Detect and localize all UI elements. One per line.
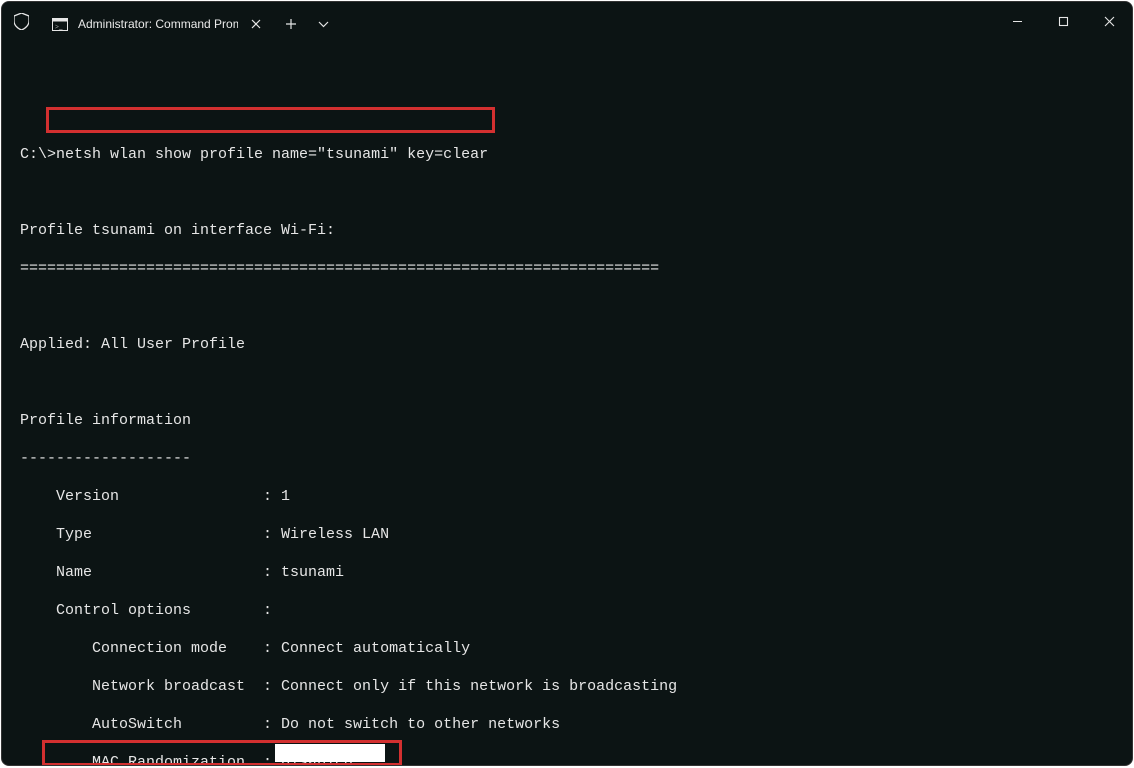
row-type: Type : Wireless LAN (20, 525, 1114, 544)
close-window-button[interactable] (1086, 2, 1132, 40)
titlebar-drag-region[interactable] (338, 2, 994, 40)
terminal-window: >_ Administrator: Command Prom C:\>netsh… (1, 1, 1133, 766)
blank-line (20, 297, 1114, 316)
divider: ========================================… (20, 259, 1114, 278)
row-name: Name : tsunami (20, 563, 1114, 582)
row-netbc: Network broadcast : Connect only if this… (20, 677, 1114, 696)
tab-title: Administrator: Command Prom (78, 17, 238, 31)
titlebar: >_ Administrator: Command Prom (2, 2, 1132, 40)
svg-text:>_: >_ (55, 23, 63, 31)
blank-line (20, 183, 1114, 202)
row-macrand: MAC Randomization : Disabled (20, 753, 1114, 766)
shield-icon (2, 2, 40, 40)
tab-close-button[interactable] (248, 16, 264, 32)
new-tab-button[interactable] (274, 8, 308, 40)
prompt-prefix: C:\> (20, 146, 56, 163)
prompt-line: C:\>netsh wlan show profile name="tsunam… (20, 145, 1114, 164)
blank-line (20, 69, 1114, 88)
applied-line: Applied: All User Profile (20, 335, 1114, 354)
maximize-button[interactable] (1040, 2, 1086, 40)
blank-line (20, 373, 1114, 392)
cmd-icon: >_ (52, 18, 68, 31)
blank-line (20, 107, 1114, 126)
row-conn-mode: Connection mode : Connect automatically (20, 639, 1114, 658)
tab-dropdown-button[interactable] (308, 8, 338, 40)
terminal-body[interactable]: C:\>netsh wlan show profile name="tsunam… (2, 40, 1132, 766)
profile-info-title: Profile information (20, 411, 1114, 430)
redacted-key-content-box (275, 744, 385, 762)
row-version: Version : 1 (20, 487, 1114, 506)
minimize-button[interactable] (994, 2, 1040, 40)
dash-line: ------------------- (20, 449, 1114, 468)
active-tab[interactable]: >_ Administrator: Command Prom (40, 8, 274, 40)
profile-header: Profile tsunami on interface Wi-Fi: (20, 221, 1114, 240)
row-autoswitch: AutoSwitch : Do not switch to other netw… (20, 715, 1114, 734)
command-text: netsh wlan show profile name="tsunami" k… (56, 146, 488, 163)
row-control: Control options : (20, 601, 1114, 620)
